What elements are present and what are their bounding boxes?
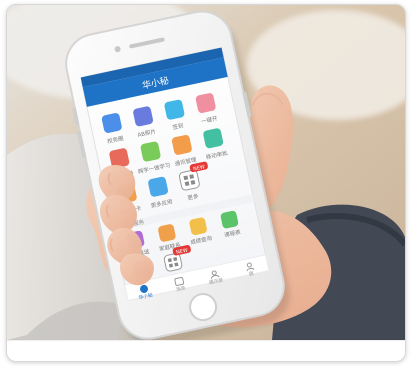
switch-icon[interactable] [195, 92, 216, 113]
grid-icon[interactable] [178, 169, 200, 191]
more-apps-icon[interactable] [147, 176, 169, 197]
approval-icon[interactable] [203, 128, 224, 149]
grid-icon[interactable] [163, 253, 183, 272]
school-icon[interactable] [101, 112, 122, 133]
bottom-white-strip [7, 340, 405, 361]
photo-icon[interactable] [132, 106, 154, 127]
image-card: 华小秘 校务圈 AB照片 签到 一键开 两学一做学习 通讯管理 移动审批 更多应… [6, 4, 406, 362]
study-icon[interactable] [140, 141, 161, 162]
phone-photo: 华小秘 校务圈 AB照片 签到 一键开 两学一做学习 通讯管理 移动审批 更多应… [7, 5, 405, 340]
contacts-icon[interactable] [171, 134, 192, 155]
sign-in-icon[interactable] [164, 99, 185, 120]
